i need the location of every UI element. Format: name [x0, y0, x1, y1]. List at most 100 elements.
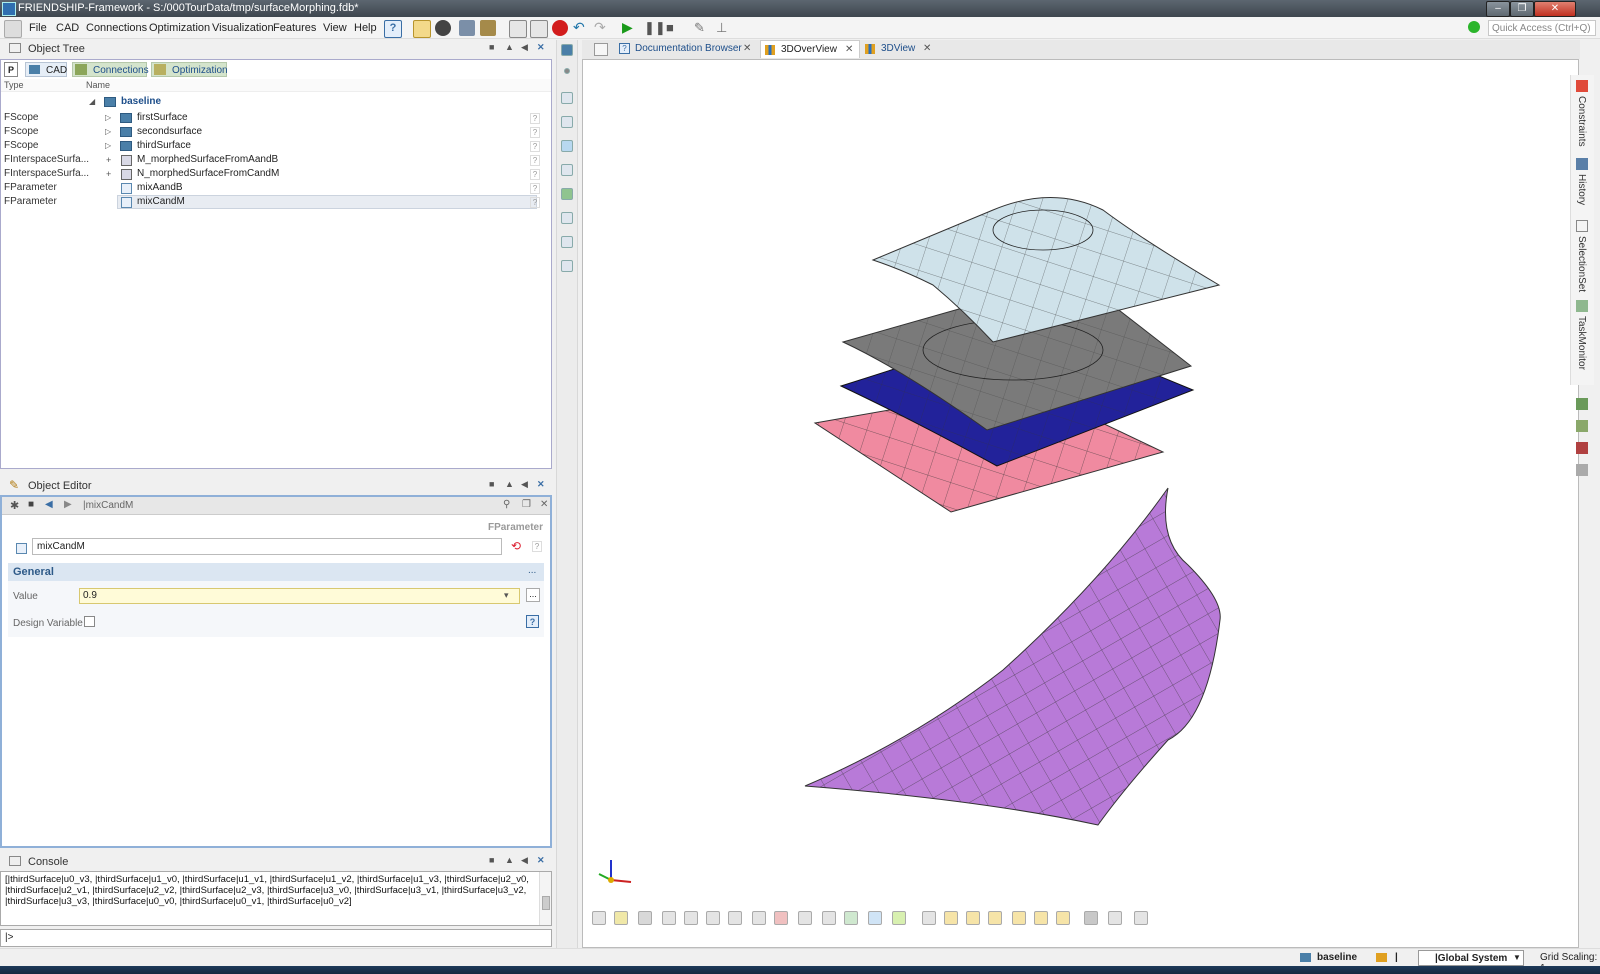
collapse-icon[interactable]: ◢	[89, 95, 95, 109]
column-type[interactable]: Type	[4, 80, 24, 90]
help-icon[interactable]: ?	[384, 20, 402, 38]
paste-icon[interactable]	[530, 20, 548, 38]
panel-minimize-button[interactable]: ■	[489, 855, 494, 865]
value-input[interactable]: 0.9	[79, 588, 520, 604]
grid-toggle-icon[interactable]	[1108, 911, 1122, 925]
row-help-icon[interactable]: ?	[530, 141, 540, 152]
console-output-area[interactable]: [|thirdSurface|u0_v3, |thirdSurface|u1_v…	[0, 871, 552, 926]
line-icon[interactable]	[561, 164, 573, 176]
panel-float-button[interactable]: ◀	[521, 479, 528, 490]
tab-cad[interactable]: CAD	[25, 62, 67, 77]
tree-row[interactable]: FScope ▷ thirdSurface ?	[1, 139, 541, 153]
console-scrollbar[interactable]	[539, 872, 551, 925]
tab-3dview[interactable]: 3DView ✕	[861, 40, 937, 57]
dropdown-arrow-icon[interactable]: ▾	[504, 590, 509, 601]
curve-icon[interactable]	[561, 92, 573, 104]
more-options-button[interactable]: ...	[526, 588, 540, 602]
expand-icon[interactable]: +	[106, 167, 111, 181]
tab-history[interactable]: History	[1576, 174, 1587, 205]
panel-float-button[interactable]: ◀	[521, 42, 528, 53]
tree-row[interactable]: FScope ▷ secondsurface ?	[1, 125, 541, 139]
undo-icon[interactable]: ↶	[573, 20, 589, 36]
row-help-icon[interactable]: ?	[530, 197, 540, 208]
table-icon[interactable]	[561, 188, 573, 200]
panel-maximize-button[interactable]: ▲	[505, 855, 514, 865]
panel-float-button[interactable]: ◀	[521, 855, 528, 866]
menu-view[interactable]: View	[323, 22, 347, 34]
row-help-icon[interactable]: ?	[530, 183, 540, 194]
action-icon[interactable]	[1576, 442, 1588, 454]
view-icon[interactable]	[614, 911, 628, 925]
tab-close-icon[interactable]: ✕	[743, 40, 751, 57]
axis-icon[interactable]	[844, 911, 858, 925]
split-icon[interactable]	[752, 911, 766, 925]
tree-row-selected[interactable]: FParameter mixCandM ?	[1, 195, 541, 209]
annotation-icon[interactable]	[561, 260, 573, 272]
panel-minimize-button[interactable]: ■	[489, 479, 494, 489]
panel-close-button[interactable]: ✕	[537, 479, 545, 490]
menu-optimization[interactable]: Optimization	[149, 22, 210, 34]
view-bottom-icon[interactable]	[1056, 911, 1070, 925]
action-icon[interactable]	[1576, 420, 1588, 432]
open-folder-icon[interactable]	[413, 20, 431, 38]
view-icon[interactable]	[592, 911, 606, 925]
pause-icon[interactable]: ❚❚	[644, 20, 666, 36]
tree-row[interactable]: FScope ▷ firstSurface ?	[1, 111, 541, 125]
parameter-icon[interactable]	[561, 140, 573, 152]
console-input[interactable]: |>	[0, 929, 552, 947]
view-back-icon[interactable]	[966, 911, 980, 925]
measure-icon[interactable]: ⊥	[716, 20, 732, 36]
close-project-icon[interactable]	[435, 20, 451, 36]
tab-selectionset[interactable]: SelectionSet	[1576, 236, 1587, 292]
object-name-field[interactable]: mixCandM	[32, 538, 502, 555]
surface-icon[interactable]	[684, 911, 698, 925]
stop-all-icon[interactable]	[552, 20, 568, 36]
curve-icon[interactable]	[662, 911, 676, 925]
tree-row[interactable]: FInterspaceSurfa... + M_morphedSurfaceFr…	[1, 153, 541, 167]
coordinate-system-select[interactable]: |Global System ▼	[1418, 950, 1524, 966]
close-button[interactable]: ✕	[1534, 1, 1576, 17]
expand-icon[interactable]: ▷	[105, 139, 111, 153]
view-menu-icon[interactable]	[594, 43, 608, 56]
panel-maximize-button[interactable]: ▲	[505, 42, 514, 52]
quick-access-input[interactable]: Quick Access (Ctrl+Q)	[1488, 20, 1596, 36]
menu-file[interactable]: File	[29, 22, 47, 34]
save-icon[interactable]	[459, 20, 475, 36]
panel-close-button[interactable]: ✕	[537, 42, 545, 53]
minimize-button[interactable]: –	[1486, 1, 1510, 17]
maximize-button[interactable]: ❐	[1510, 1, 1534, 17]
viewport-3d[interactable]	[582, 59, 1579, 948]
cube-icon[interactable]	[922, 911, 936, 925]
info-icon[interactable]	[868, 911, 882, 925]
view-top-icon[interactable]	[1034, 911, 1048, 925]
tab-taskmonitor[interactable]: TaskMonitor	[1576, 316, 1587, 370]
row-help-icon[interactable]: ?	[530, 113, 540, 124]
shield-icon[interactable]	[822, 911, 836, 925]
section-menu-button[interactable]: ...	[528, 565, 536, 576]
refresh-icon[interactable]: ⟲	[511, 539, 521, 553]
panel-maximize-button[interactable]: ▲	[505, 479, 514, 489]
tree-root-row[interactable]: ◢ baseline	[1, 95, 541, 109]
menu-visualization[interactable]: Visualization	[212, 22, 274, 34]
line-icon[interactable]	[728, 911, 742, 925]
back-icon[interactable]: ◀	[45, 499, 53, 510]
tab-p[interactable]: P	[4, 62, 18, 77]
menu-features[interactable]: Features	[273, 22, 316, 34]
scrollbar-thumb[interactable]	[542, 896, 550, 910]
view-front-icon[interactable]	[944, 911, 958, 925]
panel-minimize-button[interactable]: ■	[489, 42, 494, 52]
stop-icon[interactable]: ■	[666, 20, 682, 36]
tab-3doverview[interactable]: 3DOverView ✕	[760, 40, 860, 58]
menu-help[interactable]: Help	[354, 22, 377, 34]
help-icon[interactable]: ?	[526, 615, 539, 628]
tab-connections[interactable]: Connections	[72, 62, 149, 77]
panel-close-button[interactable]: ✕	[537, 855, 545, 866]
tab-optimization[interactable]: Optimization	[151, 62, 228, 77]
tab-close-icon[interactable]: ✕	[845, 41, 853, 58]
tree-row[interactable]: FInterspaceSurfa... + N_morphedSurfaceFr…	[1, 167, 541, 181]
edit-icon[interactable]: ✎	[694, 20, 710, 36]
purple-surface[interactable]	[804, 487, 1221, 826]
row-help-icon[interactable]: ?	[530, 127, 540, 138]
row-help-icon[interactable]: ?	[530, 155, 540, 166]
menu-cad[interactable]: CAD	[56, 22, 79, 34]
